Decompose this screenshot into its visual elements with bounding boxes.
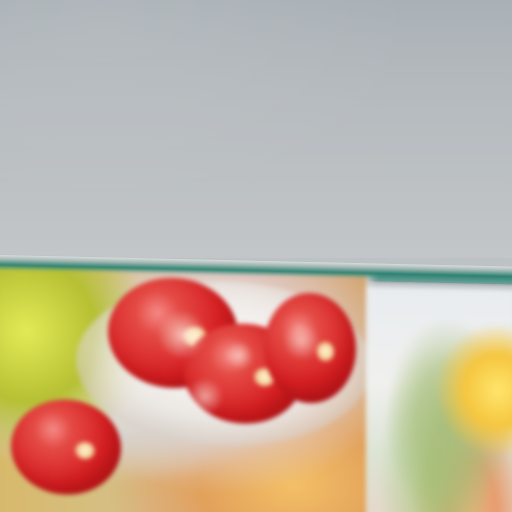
screenshot-frame (0, 0, 512, 512)
tomato (11, 398, 121, 496)
herb-garnish (136, 301, 366, 437)
food-photo-strip (0, 268, 512, 512)
top-panel (0, 0, 512, 258)
salad-plate-photo (366, 286, 512, 512)
tomato-bowl-photo (0, 268, 371, 512)
